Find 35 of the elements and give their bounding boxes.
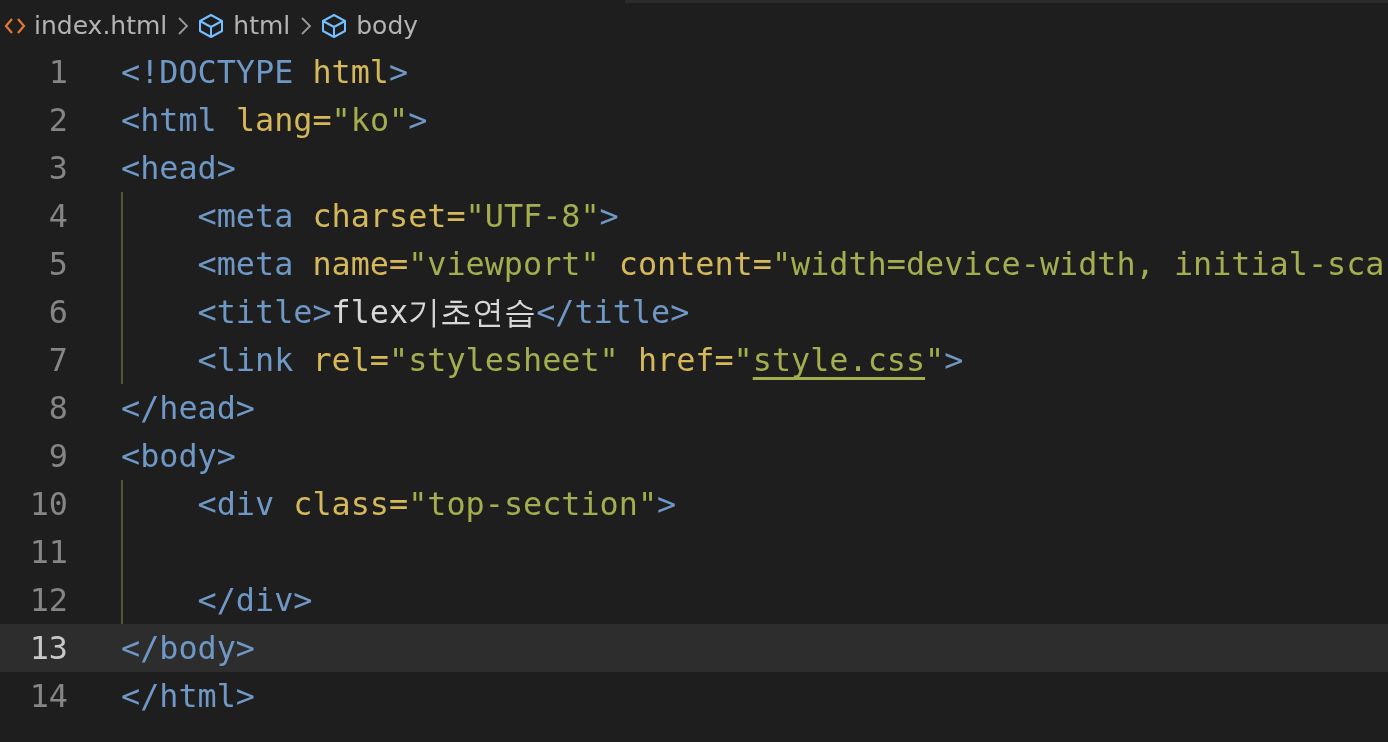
line-number: 12 bbox=[28, 580, 68, 621]
code-line: <head> bbox=[121, 148, 236, 189]
code-line: </html> bbox=[121, 676, 255, 717]
code-line: <div class="top-section"> bbox=[196, 484, 677, 525]
code-line: </head> bbox=[121, 388, 255, 429]
line-number: 8 bbox=[47, 388, 68, 429]
code-line: <meta charset="UTF-8"> bbox=[196, 196, 619, 237]
line-number: 5 bbox=[47, 244, 68, 285]
chevron-icon bbox=[177, 15, 190, 36]
line-number: 2 bbox=[47, 100, 68, 141]
code-line: <body> bbox=[121, 436, 236, 477]
code-line: <title>flex기초연습</title> bbox=[196, 292, 690, 333]
line-number: 4 bbox=[47, 196, 68, 237]
line-number: 3 bbox=[47, 148, 68, 189]
cube-icon bbox=[320, 12, 349, 39]
code-line: <link rel="stylesheet" href="style.css"> bbox=[196, 340, 964, 381]
line-number: 1 bbox=[47, 52, 68, 93]
line-number: 6 bbox=[47, 292, 68, 333]
line-number: 13 bbox=[28, 628, 68, 669]
line-number: 9 bbox=[47, 436, 68, 477]
cube-icon bbox=[197, 12, 226, 39]
code-brackets-icon bbox=[4, 16, 26, 35]
line-number: 11 bbox=[28, 532, 68, 573]
line-number: 10 bbox=[28, 484, 68, 525]
code-line: <meta name="viewport" content="width=device-width, initial-sca bbox=[196, 244, 1385, 285]
code-line: <!DOCTYPE html> bbox=[121, 52, 409, 93]
breadcrumb-item[interactable]: body bbox=[356, 6, 419, 45]
line-number: 14 bbox=[28, 676, 68, 717]
breadcrumb-item[interactable]: index.html bbox=[34, 6, 168, 45]
code-line: </div> bbox=[196, 580, 313, 621]
line-number: 7 bbox=[47, 340, 68, 381]
chevron-icon bbox=[300, 15, 313, 36]
code-line: <html lang="ko"> bbox=[121, 100, 428, 141]
code-line: </body> bbox=[121, 628, 255, 669]
breadcrumb-item[interactable]: html bbox=[233, 6, 291, 45]
